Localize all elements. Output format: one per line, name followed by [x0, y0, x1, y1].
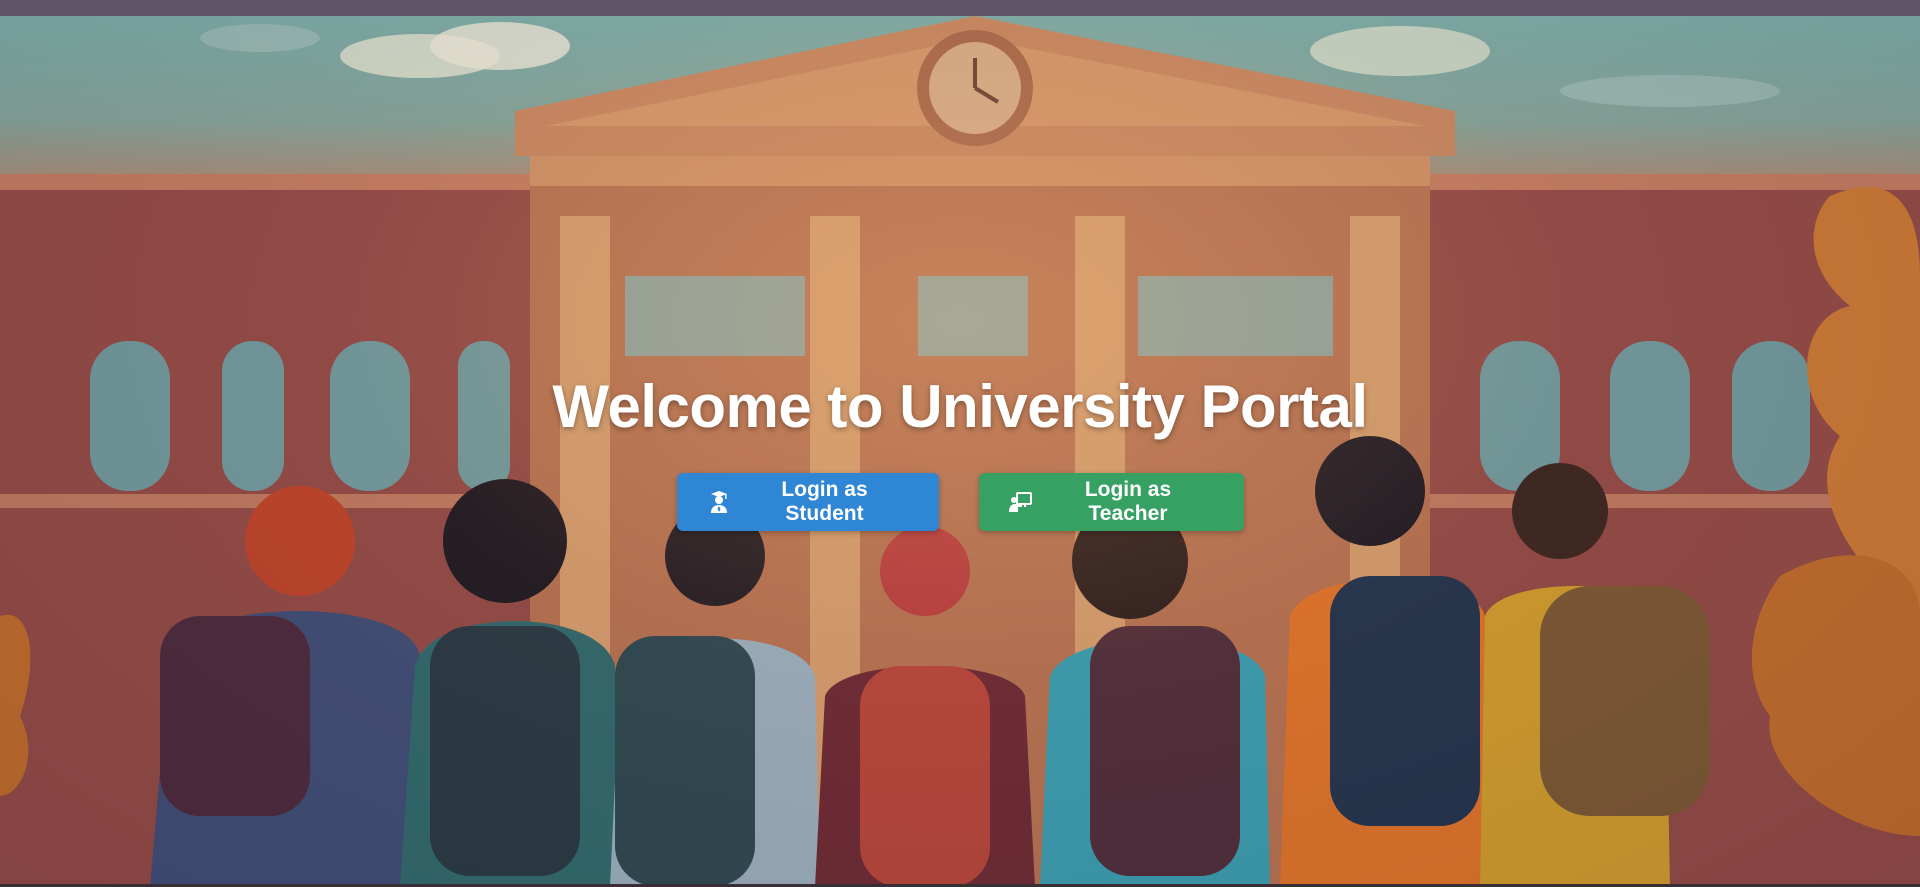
login-as-teacher-button[interactable]: Login as Teacher: [978, 473, 1244, 531]
login-actions: Login as Student Login as Teacher: [676, 473, 1244, 531]
page-title: Welcome to University Portal: [552, 373, 1368, 440]
hero-section: Welcome to University Portal Login as St…: [0, 16, 1920, 887]
hero-content: Welcome to University Portal Login as St…: [0, 371, 1920, 531]
login-as-teacher-label: Login as Teacher: [1084, 478, 1172, 525]
login-as-student-label: Login as Student: [781, 478, 868, 525]
login-as-student-button[interactable]: Login as Student: [676, 473, 939, 531]
chalkboard-teacher-icon: [1008, 490, 1033, 514]
user-graduate-icon: [707, 490, 731, 514]
top-strip: [0, 0, 1920, 16]
